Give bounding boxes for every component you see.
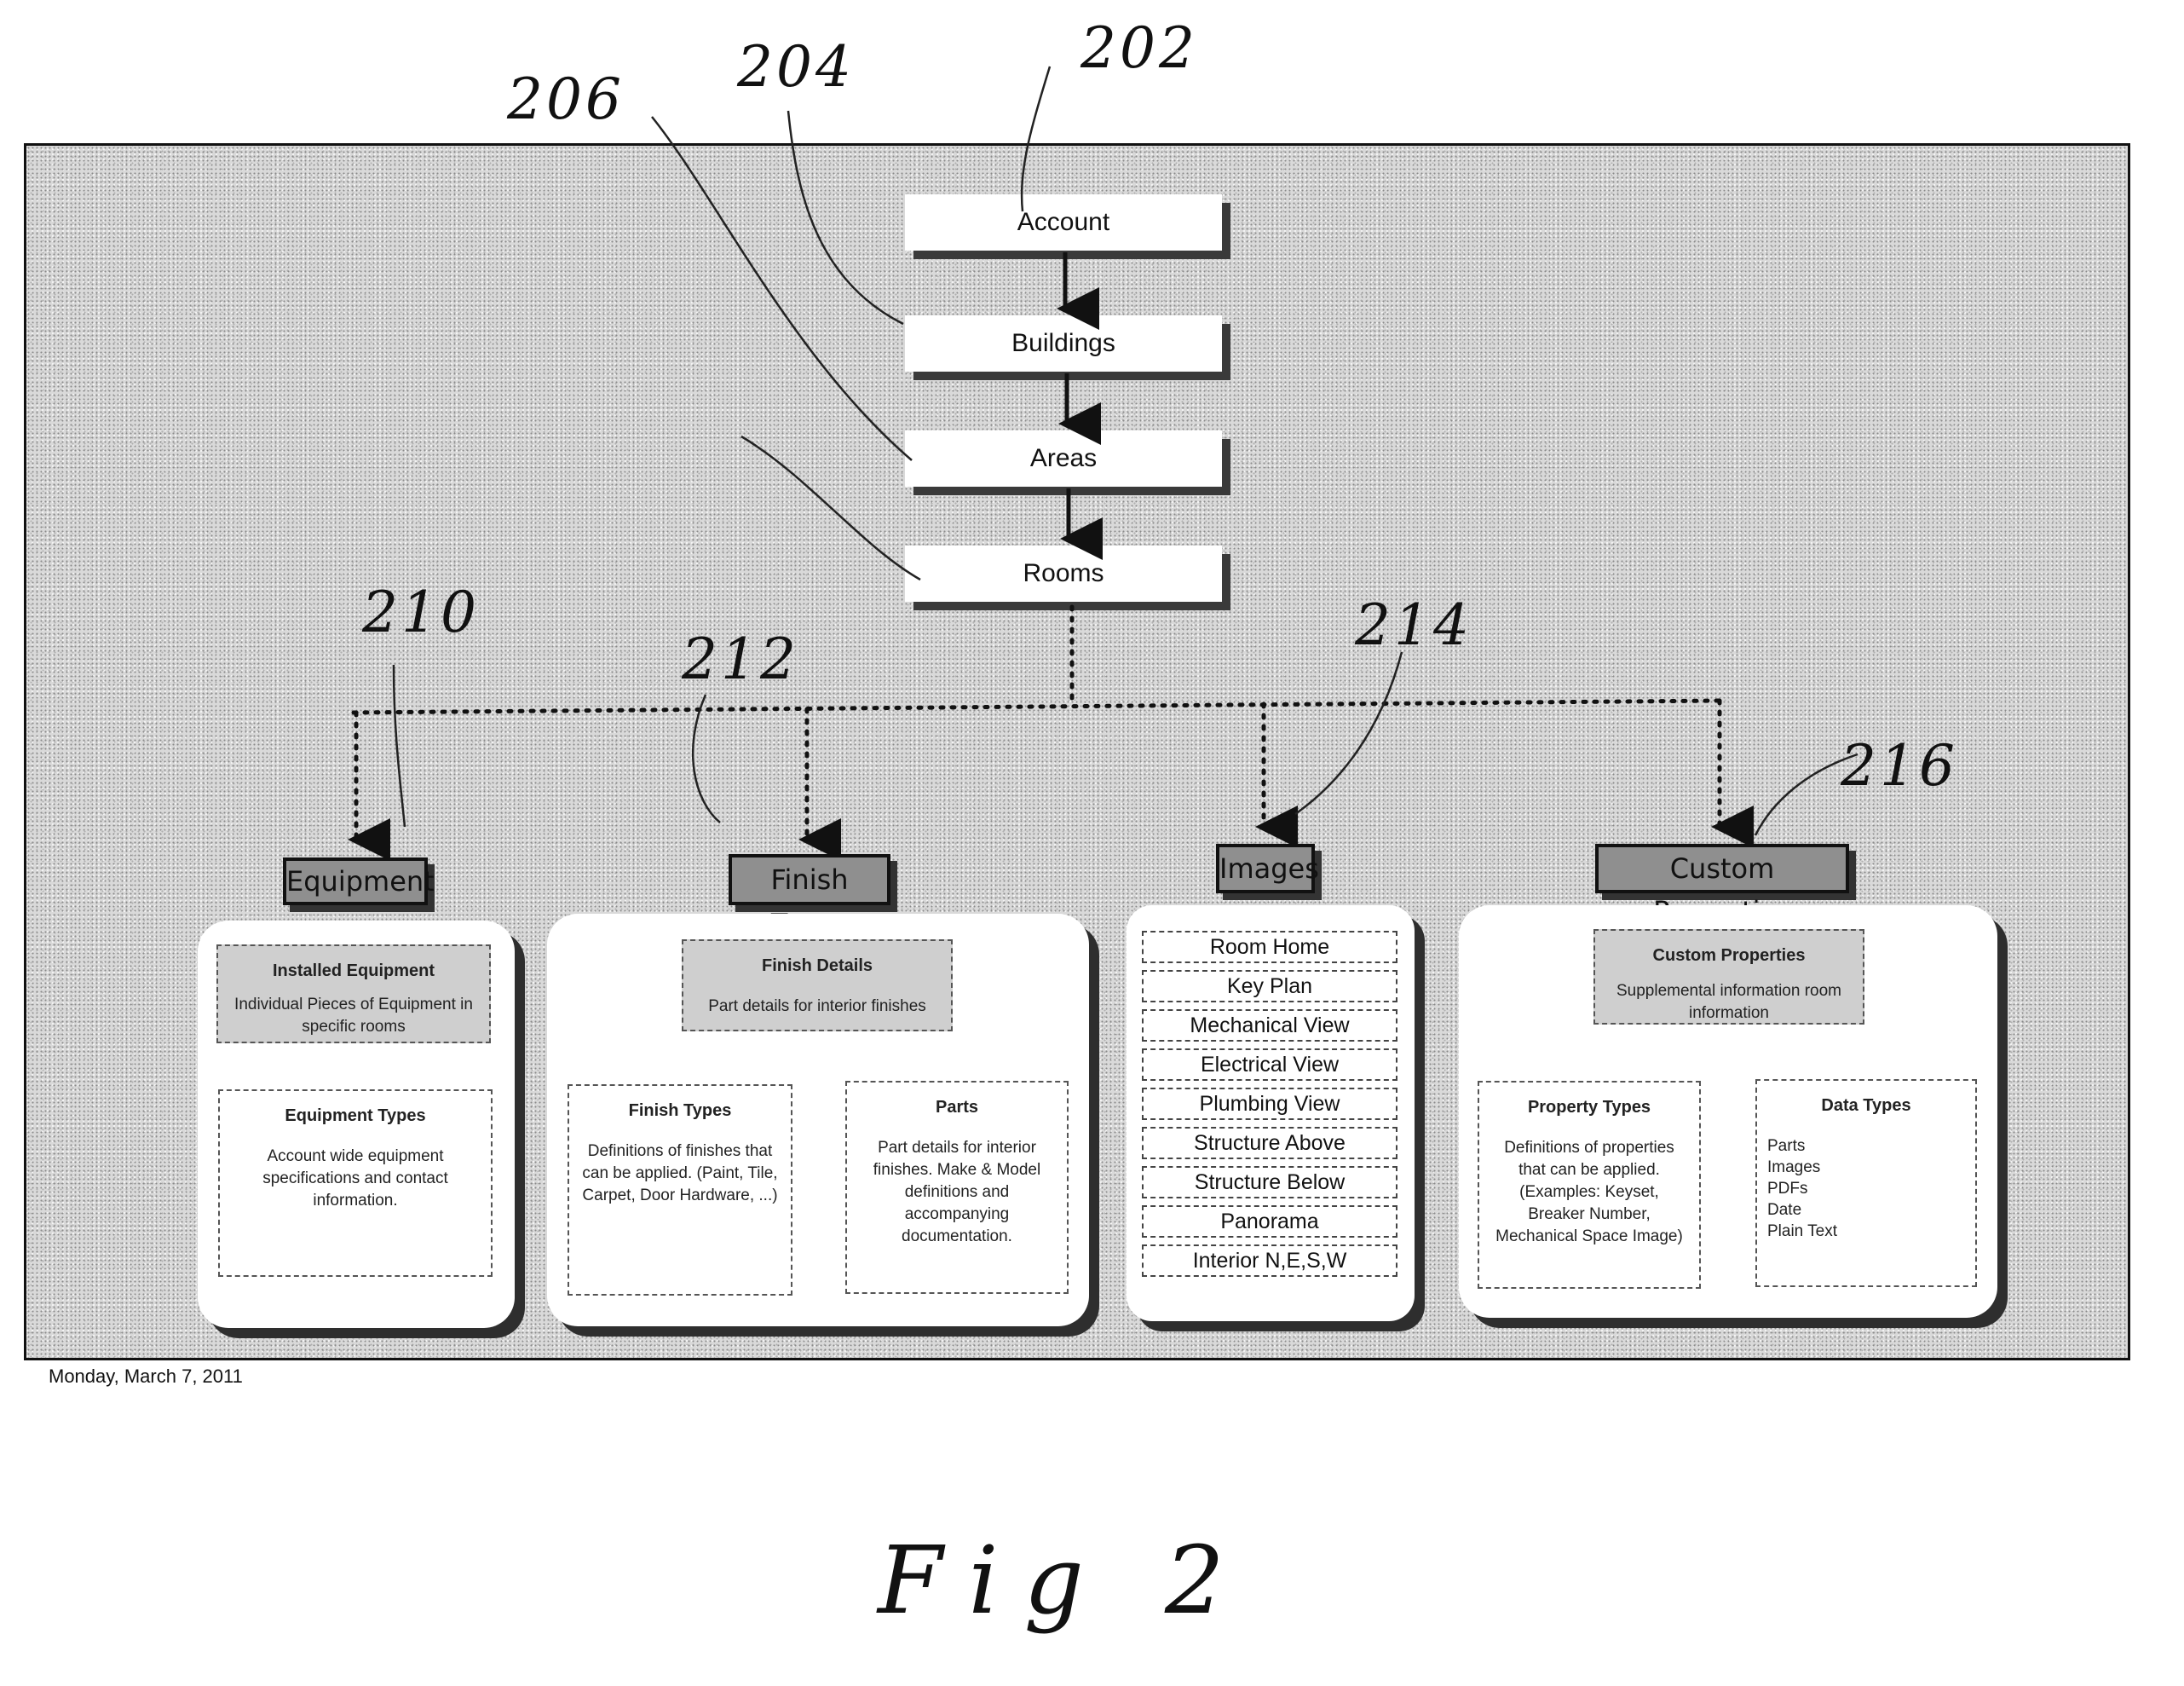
category-custom-properties[interactable]: Custom Properties [1595,844,1849,927]
equipment-types-box[interactable]: Equipment Types Account wide equipment s… [218,1089,493,1277]
data-types-title: Data Types [1821,1096,1911,1115]
finish-details-title: Finish Details [761,956,873,975]
images-panel: Room Home Key Plan Mechanical View Elect… [1127,905,1415,1321]
image-view-item[interactable]: Structure Above [1142,1127,1397,1159]
footer-date: Monday, March 7, 2011 [49,1366,243,1387]
image-views-list: Room Home Key Plan Mechanical View Elect… [1142,931,1397,1284]
connector-layer [348,66,1858,861]
custom-properties-panel: Custom Properties Supplemental informati… [1459,905,1997,1318]
parts-box[interactable]: Parts Part details for interior finishes… [845,1081,1069,1294]
data-types-list: Parts Images PDFs Date Plain Text [1757,1135,1975,1242]
image-view-item[interactable]: Room Home [1142,931,1397,963]
finish-types-desc: Definitions of finishes that can be appl… [582,1142,778,1204]
leader-208 [740,435,921,581]
finish-details-desc: Part details for interior finishes [708,997,926,1015]
data-types-box[interactable]: Data Types Parts Images PDFs Date Plain … [1755,1079,1977,1287]
leader-210 [392,664,406,828]
category-finish-types[interactable]: Finish Types [729,854,890,940]
data-type-item: PDFs [1767,1180,1808,1198]
category-images[interactable]: Images [1216,844,1319,893]
equipment-panel: Installed Equipment Individual Pieces of… [198,921,515,1328]
installed-equipment-desc: Individual Pieces of Equipment in specif… [234,996,473,1036]
image-view-item[interactable]: Key Plan [1142,970,1397,1002]
image-view-item[interactable]: Panorama [1142,1205,1397,1238]
leader-206 [651,116,913,461]
dotted-bus [351,698,1724,715]
custom-properties-box[interactable]: Custom Properties Supplemental informati… [1593,929,1864,1025]
data-type-item: Parts [1767,1137,1806,1155]
data-type-item: Images [1767,1158,1821,1176]
image-view-item[interactable]: Interior N,E,S,W [1142,1244,1397,1277]
leader-214 [1294,651,1403,816]
leader-202 [1020,66,1052,212]
image-view-item[interactable]: Plumbing View [1142,1088,1397,1120]
category-equipment[interactable]: Equipment [283,857,435,905]
property-types-box[interactable]: Property Types Definitions of properties… [1478,1081,1701,1289]
image-view-item[interactable]: Mechanical View [1142,1009,1397,1042]
property-types-desc: Definitions of properties that can be ap… [1495,1139,1683,1245]
installed-equipment-title: Installed Equipment [272,961,435,980]
custom-properties-desc: Supplemental information room informatio… [1616,982,1842,1022]
data-type-item: Date [1767,1201,1802,1219]
figure-label: Fig 2 [878,1526,1250,1635]
parts-desc: Part details for interior finishes. Make… [873,1139,1041,1245]
finish-types-box[interactable]: Finish Types Definitions of finishes tha… [568,1084,792,1296]
leader-204 [787,110,904,326]
finish-types-title: Finish Types [628,1101,732,1120]
image-view-item[interactable]: Structure Below [1142,1166,1397,1198]
custom-properties-title: Custom Properties [1652,946,1806,965]
equipment-types-title: Equipment Types [285,1106,426,1125]
parts-title: Parts [935,1098,979,1117]
finish-details-box[interactable]: Finish Details Part details for interior… [682,939,953,1031]
installed-equipment-box[interactable]: Installed Equipment Individual Pieces of… [216,944,491,1043]
property-types-title: Property Types [1527,1098,1651,1117]
image-view-item[interactable]: Electrical View [1142,1048,1397,1081]
leader-212 [691,694,721,823]
finish-types-panel: Finish Details Part details for interior… [547,914,1089,1326]
leader-216 [1754,753,1858,836]
equipment-types-desc: Account wide equipment specifications an… [262,1147,448,1210]
data-type-item: Plain Text [1767,1222,1838,1240]
